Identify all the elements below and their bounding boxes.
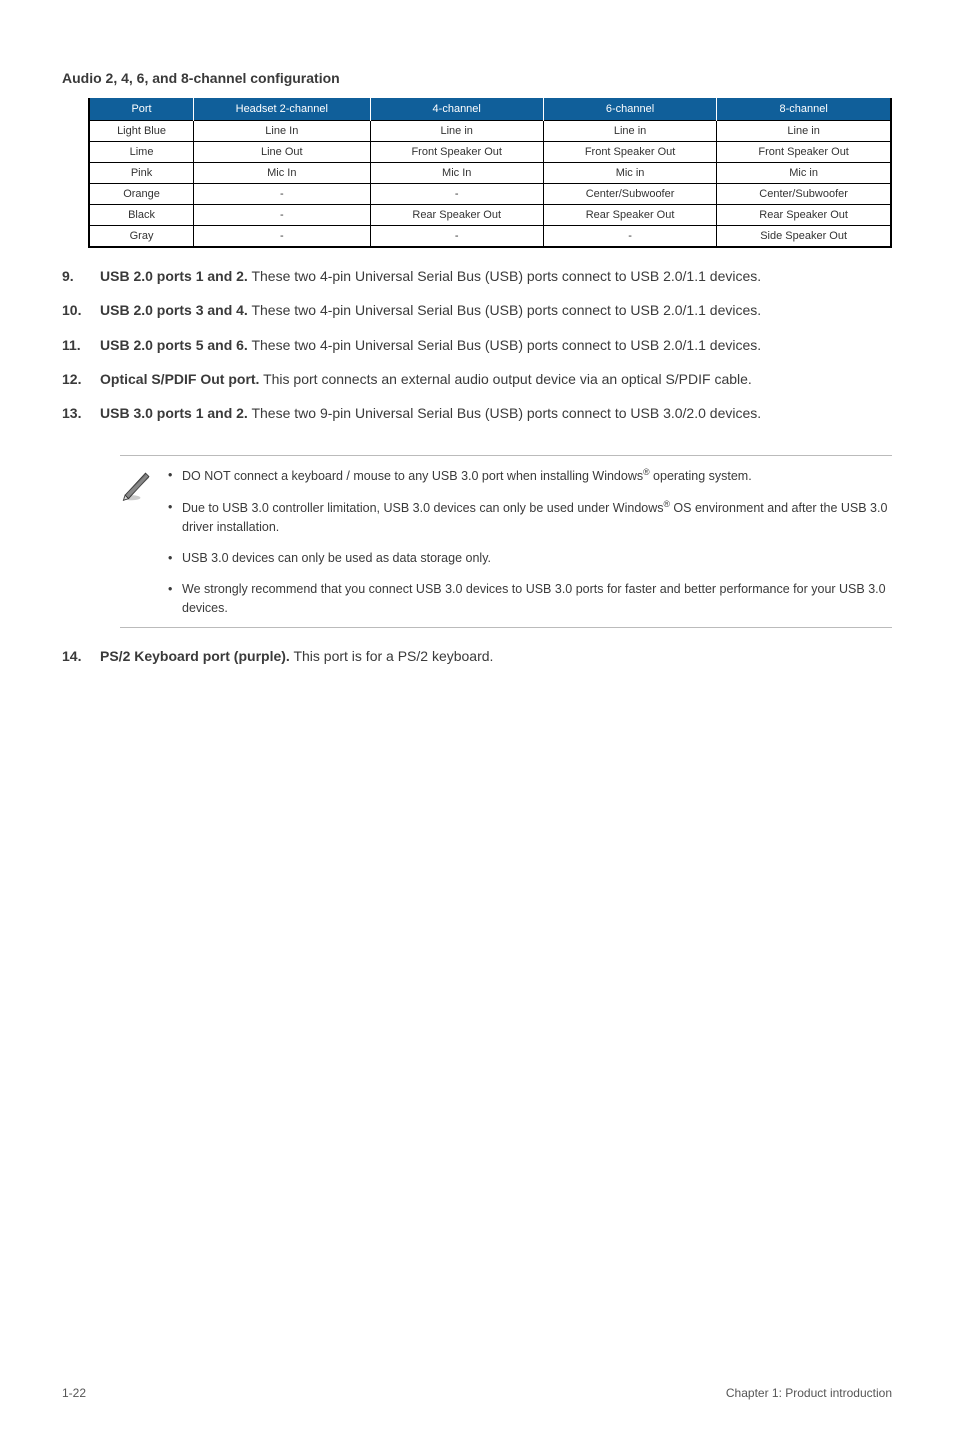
header-cell: 6-channel [543, 98, 716, 121]
table-cell: Mic In [370, 163, 543, 184]
note-list: DO NOT connect a keyboard / mouse to any… [168, 466, 892, 617]
item-body: Optical S/PDIF Out port. This port conne… [100, 369, 892, 389]
table-cell: Mic in [717, 163, 891, 184]
list-item: 13. USB 3.0 ports 1 and 2. These two 9-p… [62, 403, 892, 423]
numbered-list-14: 14. PS/2 Keyboard port (purple). This po… [62, 646, 892, 680]
note-item: USB 3.0 devices can only be used as data… [168, 549, 892, 568]
note-item: We strongly recommend that you connect U… [168, 580, 892, 618]
note-item: Due to USB 3.0 controller limitation, US… [168, 498, 892, 537]
section-title: Audio 2, 4, 6, and 8-channel configurati… [62, 70, 892, 86]
page-footer: 1-22 Chapter 1: Product introduction [62, 1366, 892, 1400]
item-body: USB 2.0 ports 3 and 4. These two 4-pin U… [100, 300, 892, 320]
page: Audio 2, 4, 6, and 8-channel configurati… [0, 0, 954, 1440]
note-pre: We strongly recommend that you connect U… [182, 582, 886, 615]
table-cell: Black [89, 205, 194, 226]
item-rest: These two 4-pin Universal Serial Bus (US… [248, 302, 761, 318]
item-rest: These two 4-pin Universal Serial Bus (US… [248, 337, 761, 353]
list-item: 10. USB 2.0 ports 3 and 4. These two 4-p… [62, 300, 892, 320]
item-number: 12. [62, 369, 100, 389]
list-item: 11. USB 2.0 ports 5 and 6. These two 4-p… [62, 335, 892, 355]
item-lead: USB 3.0 ports 1 and 2. [100, 405, 248, 421]
item-rest: This port is for a PS/2 keyboard. [290, 648, 494, 664]
item-number: 13. [62, 403, 100, 423]
item-rest: These two 4-pin Universal Serial Bus (US… [248, 268, 761, 284]
list-item: 14. PS/2 Keyboard port (purple). This po… [62, 646, 892, 666]
table-row: Light Blue Line In Line in Line in Line … [89, 121, 891, 142]
table-cell: Pink [89, 163, 194, 184]
table-cell: Mic In [194, 163, 370, 184]
item-body: USB 2.0 ports 1 and 2. These two 4-pin U… [100, 266, 892, 286]
note-box: DO NOT connect a keyboard / mouse to any… [120, 455, 892, 628]
chapter-label: Chapter 1: Product introduction [726, 1386, 892, 1400]
table-cell: Front Speaker Out [717, 142, 891, 163]
note-pre: USB 3.0 devices can only be used as data… [182, 551, 491, 565]
item-body: PS/2 Keyboard port (purple). This port i… [100, 646, 892, 666]
table-cell: Rear Speaker Out [543, 205, 716, 226]
table-cell: Center/Subwoofer [717, 184, 891, 205]
table-cell: Rear Speaker Out [370, 205, 543, 226]
table-row: Orange - - Center/Subwoofer Center/Subwo… [89, 184, 891, 205]
table-cell: - [194, 226, 370, 248]
item-rest: This port connects an external audio out… [259, 371, 751, 387]
table-cell: - [543, 226, 716, 248]
list-item: 9. USB 2.0 ports 1 and 2. These two 4-pi… [62, 266, 892, 286]
table-cell: Center/Subwoofer [543, 184, 716, 205]
item-rest: These two 9-pin Universal Serial Bus (US… [248, 405, 761, 421]
note-pre: Due to USB 3.0 controller limitation, US… [182, 502, 664, 516]
table-cell: Side Speaker Out [717, 226, 891, 248]
table-cell: Front Speaker Out [370, 142, 543, 163]
table-cell: Lime [89, 142, 194, 163]
list-item: 12. Optical S/PDIF Out port. This port c… [62, 369, 892, 389]
table-cell: - [370, 226, 543, 248]
header-cell: 4-channel [370, 98, 543, 121]
table-cell: - [194, 184, 370, 205]
page-number: 1-22 [62, 1386, 86, 1400]
table-row: Lime Line Out Front Speaker Out Front Sp… [89, 142, 891, 163]
audio-config-table: Port Headset 2-channel 4-channel 6-chann… [88, 98, 892, 248]
table-row: Black - Rear Speaker Out Rear Speaker Ou… [89, 205, 891, 226]
item-number: 10. [62, 300, 100, 320]
note-pre: DO NOT connect a keyboard / mouse to any… [182, 470, 643, 484]
table-cell: - [194, 205, 370, 226]
table-cell: Light Blue [89, 121, 194, 142]
numbered-list-9-13: 9. USB 2.0 ports 1 and 2. These two 4-pi… [62, 266, 892, 437]
header-cell: Headset 2-channel [194, 98, 370, 121]
table-cell: Orange [89, 184, 194, 205]
table-cell: Line Out [194, 142, 370, 163]
item-lead: PS/2 Keyboard port (purple). [100, 648, 290, 664]
table-cell: Line In [194, 121, 370, 142]
table-cell: Line in [543, 121, 716, 142]
note-item: DO NOT connect a keyboard / mouse to any… [168, 466, 892, 486]
table-cell: Gray [89, 226, 194, 248]
item-body: USB 3.0 ports 1 and 2. These two 9-pin U… [100, 403, 892, 423]
table-cell: Mic in [543, 163, 716, 184]
item-number: 11. [62, 335, 100, 355]
table-cell: Line in [370, 121, 543, 142]
table-cell: Line in [717, 121, 891, 142]
item-number: 14. [62, 646, 100, 666]
header-cell: Port [89, 98, 194, 121]
note-post: operating system. [650, 470, 752, 484]
item-body: USB 2.0 ports 5 and 6. These two 4-pin U… [100, 335, 892, 355]
item-lead: USB 2.0 ports 1 and 2. [100, 268, 248, 284]
item-lead: USB 2.0 ports 5 and 6. [100, 337, 248, 353]
table-cell: Rear Speaker Out [717, 205, 891, 226]
pencil-icon [120, 466, 168, 617]
item-number: 9. [62, 266, 100, 286]
item-lead: Optical S/PDIF Out port. [100, 371, 259, 387]
header-cell: 8-channel [717, 98, 891, 121]
table-cell: Front Speaker Out [543, 142, 716, 163]
table-row: Gray - - - Side Speaker Out [89, 226, 891, 248]
item-lead: USB 2.0 ports 3 and 4. [100, 302, 248, 318]
table-row: Pink Mic In Mic In Mic in Mic in [89, 163, 891, 184]
table-cell: - [370, 184, 543, 205]
table-header-row: Port Headset 2-channel 4-channel 6-chann… [89, 98, 891, 121]
